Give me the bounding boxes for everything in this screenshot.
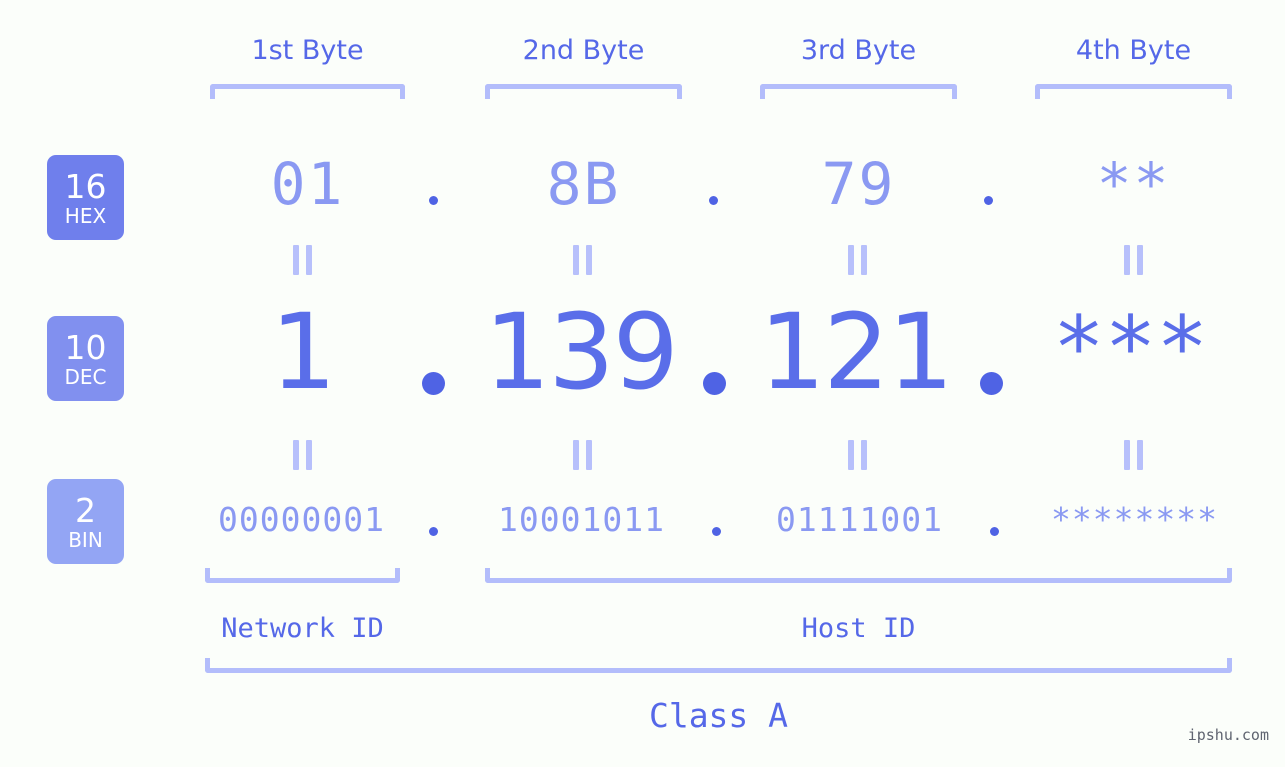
bin-byte-value-2: 10001011 — [498, 500, 665, 539]
equivalence-marker-dec-bin-3 — [846, 440, 871, 470]
hex-dot-separator-1 — [429, 196, 438, 205]
dec-byte-value-4: *** — [1052, 298, 1209, 398]
base-badge-dec-label: DEC — [64, 364, 107, 389]
host-id-label: Host ID — [801, 613, 916, 644]
byte-bracket-top-4 — [1035, 84, 1232, 99]
dec-dot-separator-2 — [703, 372, 726, 395]
class-bracket — [205, 658, 1232, 673]
bin-byte-value-3: 01111001 — [776, 500, 943, 539]
byte-bracket-top-1 — [210, 84, 405, 99]
bin-byte-value-1: 00000001 — [218, 500, 385, 539]
network-id-bracket — [205, 568, 400, 583]
watermark: ipshu.com — [1187, 726, 1269, 744]
network-id-label: Network ID — [221, 613, 384, 644]
base-badge-hex-number: 16 — [64, 166, 107, 206]
byte-bracket-top-2 — [485, 84, 682, 99]
dec-byte-value-3: 121 — [759, 291, 954, 413]
hex-byte-value-2: 8B — [546, 150, 621, 218]
base-badge-hex: 16 HEX — [47, 155, 124, 240]
base-badge-bin-number: 2 — [75, 490, 96, 530]
byte-header-label-3: 3rd Byte — [800, 35, 917, 66]
byte-header-label-4: 4th Byte — [1075, 35, 1192, 66]
equivalence-marker-hex-dec-1 — [291, 245, 316, 275]
dec-dot-separator-3 — [980, 372, 1003, 395]
equivalence-marker-dec-bin-1 — [291, 440, 316, 470]
base-badge-bin: 2 BIN — [47, 479, 124, 564]
equivalence-marker-hex-dec-3 — [846, 245, 871, 275]
equivalence-marker-hex-dec-4 — [1122, 245, 1147, 275]
bin-byte-value-4: ******** — [1051, 500, 1218, 539]
hex-dot-separator-2 — [709, 196, 718, 205]
base-badge-dec: 10 DEC — [47, 316, 124, 401]
byte-header-label-1: 1st Byte — [251, 35, 364, 66]
host-id-bracket — [485, 568, 1232, 583]
hex-byte-value-4: ** — [1096, 150, 1171, 218]
bin-dot-separator-2 — [712, 527, 721, 536]
bin-dot-separator-1 — [429, 527, 438, 536]
dec-byte-value-2: 139 — [484, 291, 679, 413]
equivalence-marker-dec-bin-4 — [1122, 440, 1147, 470]
hex-dot-separator-3 — [984, 196, 993, 205]
byte-bracket-top-3 — [760, 84, 957, 99]
bin-dot-separator-3 — [990, 527, 999, 536]
class-label: Class A — [648, 696, 789, 735]
hex-byte-value-1: 01 — [270, 150, 345, 218]
hex-byte-value-3: 79 — [821, 150, 896, 218]
base-badge-bin-label: BIN — [68, 527, 103, 552]
dec-byte-value-1: 1 — [270, 291, 336, 413]
equivalence-marker-dec-bin-2 — [571, 440, 596, 470]
byte-header-label-2: 2nd Byte — [522, 35, 645, 66]
ip-byte-breakdown-diagram: 1st Byte 2nd Byte 3rd Byte 4th Byte 16 H… — [0, 0, 1285, 767]
dec-dot-separator-1 — [422, 372, 445, 395]
base-badge-hex-label: HEX — [64, 203, 107, 228]
base-badge-dec-number: 10 — [64, 327, 107, 367]
equivalence-marker-hex-dec-2 — [571, 245, 596, 275]
